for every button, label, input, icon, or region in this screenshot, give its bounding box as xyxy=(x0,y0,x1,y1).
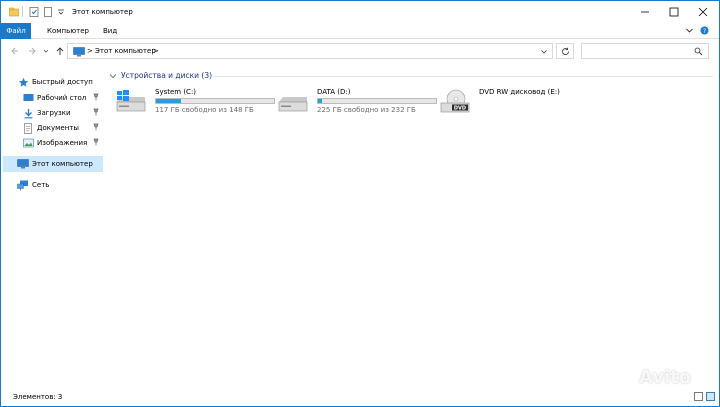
nav-network-label: Сеть xyxy=(32,181,50,189)
properties-icon[interactable] xyxy=(29,7,39,19)
drive-e[interactable]: DVD DVD RW дисковод (E:) xyxy=(439,87,599,117)
title-bar: Этот компьютер xyxy=(1,1,719,23)
nav-item-label: Загрузки xyxy=(37,109,71,117)
group-header[interactable]: Устройства и диски (3) xyxy=(109,71,212,80)
watermark-text: Avito xyxy=(639,366,692,388)
minimize-button[interactable] xyxy=(631,1,659,23)
window-title: Этот компьютер xyxy=(72,8,133,16)
star-icon xyxy=(17,77,29,88)
back-button[interactable] xyxy=(8,44,22,58)
address-separator: > xyxy=(87,47,93,55)
drive-usage-bar xyxy=(155,98,275,104)
nav-network[interactable]: Сеть xyxy=(17,178,105,192)
computer-icon xyxy=(17,159,29,170)
maximize-button[interactable] xyxy=(660,1,688,23)
watermark: Avito xyxy=(610,366,691,388)
svg-text:?: ? xyxy=(703,28,706,35)
new-folder-icon[interactable] xyxy=(43,7,53,19)
expand-ribbon-icon[interactable] xyxy=(685,26,694,37)
drive-free-space: 117 ГБ свободно из 148 ГБ xyxy=(155,106,254,114)
title-divider xyxy=(22,6,23,17)
up-button[interactable] xyxy=(53,44,67,58)
network-icon xyxy=(17,180,29,191)
content-pane: Устройства и диски (3) System (C:) 117 Г… xyxy=(105,63,719,388)
ribbon: Файл Компьютер Вид ? xyxy=(1,23,719,39)
drive-name: System (C:) xyxy=(155,88,197,96)
group-divider xyxy=(213,76,713,77)
nav-item-pictures[interactable]: Изображения xyxy=(22,136,105,150)
tiles-view-button[interactable] xyxy=(706,392,715,401)
nav-item-label: Документы xyxy=(37,124,79,132)
drive-free-space: 225 ГБ свободно из 232 ГБ xyxy=(317,106,416,114)
hard-drive-icon xyxy=(277,89,309,115)
nav-item-desktop[interactable]: Рабочий стол xyxy=(22,91,105,105)
address-bar[interactable]: > Этот компьютер > xyxy=(67,43,553,59)
drive-usage-fill xyxy=(318,99,322,103)
address-dropdown-icon[interactable] xyxy=(540,48,548,58)
drive-name: DVD RW дисковод (E:) xyxy=(479,88,560,96)
windows-drive-icon xyxy=(115,89,147,115)
drive-name: DATA (D:) xyxy=(317,88,351,96)
nav-item-label: Изображения xyxy=(37,139,88,147)
pin-icon xyxy=(93,138,99,148)
search-icon xyxy=(694,47,703,58)
drive-usage-bar xyxy=(317,98,437,104)
nav-this-pc[interactable]: Этот компьютер xyxy=(3,156,103,172)
drive-c[interactable]: System (C:) 117 ГБ свободно из 148 ГБ xyxy=(115,87,275,117)
nav-this-pc-label: Этот компьютер xyxy=(32,160,93,168)
details-view-button[interactable] xyxy=(694,392,703,401)
pin-icon xyxy=(93,108,99,118)
help-icon[interactable]: ? xyxy=(700,26,709,37)
navigation-bar: > Этот компьютер > xyxy=(1,40,719,62)
forward-button[interactable] xyxy=(25,44,39,58)
address-separator-end[interactable]: > xyxy=(153,47,159,55)
nav-item-documents[interactable]: Документы xyxy=(22,121,105,135)
search-input[interactable] xyxy=(581,43,709,59)
tab-view[interactable]: Вид xyxy=(95,23,125,39)
pictures-icon xyxy=(22,138,34,149)
drive-d[interactable]: DATA (D:) 225 ГБ свободно из 232 ГБ xyxy=(277,87,437,117)
watermark-logo-icon xyxy=(611,367,633,386)
item-count: Элементов: 3 xyxy=(13,393,63,401)
drive-usage-fill xyxy=(156,99,181,103)
svg-text:DVD: DVD xyxy=(454,106,466,112)
folder-icon xyxy=(9,7,19,19)
tab-file[interactable]: Файл xyxy=(1,23,31,39)
recent-locations-button[interactable] xyxy=(39,44,53,58)
explorer-window: Этот компьютер Файл Компьютер Вид ? > Эт… xyxy=(0,0,720,407)
customize-toolbar-icon[interactable] xyxy=(57,8,65,18)
dvd-drive-icon: DVD xyxy=(439,89,471,117)
pin-icon xyxy=(93,123,99,133)
desktop-icon xyxy=(22,93,34,104)
nav-quick-access-label: Быстрый доступ xyxy=(32,78,93,86)
address-path[interactable]: Этот компьютер xyxy=(95,47,156,55)
chevron-down-icon xyxy=(109,73,117,78)
download-icon xyxy=(22,108,34,119)
navigation-pane: Быстрый доступ Рабочий стол Загрузки Док… xyxy=(1,63,105,388)
nav-quick-access[interactable]: Быстрый доступ xyxy=(17,75,105,89)
refresh-button[interactable] xyxy=(556,43,574,59)
tab-computer[interactable]: Компьютер xyxy=(39,23,97,39)
nav-item-label: Рабочий стол xyxy=(37,94,87,102)
group-header-label: Устройства и диски (3) xyxy=(121,71,213,80)
nav-item-downloads[interactable]: Загрузки xyxy=(22,106,105,120)
status-bar: Элементов: 3 xyxy=(1,388,719,406)
pin-icon xyxy=(93,93,99,103)
document-icon xyxy=(22,122,34,134)
computer-icon xyxy=(73,47,85,59)
close-button[interactable] xyxy=(689,1,717,23)
